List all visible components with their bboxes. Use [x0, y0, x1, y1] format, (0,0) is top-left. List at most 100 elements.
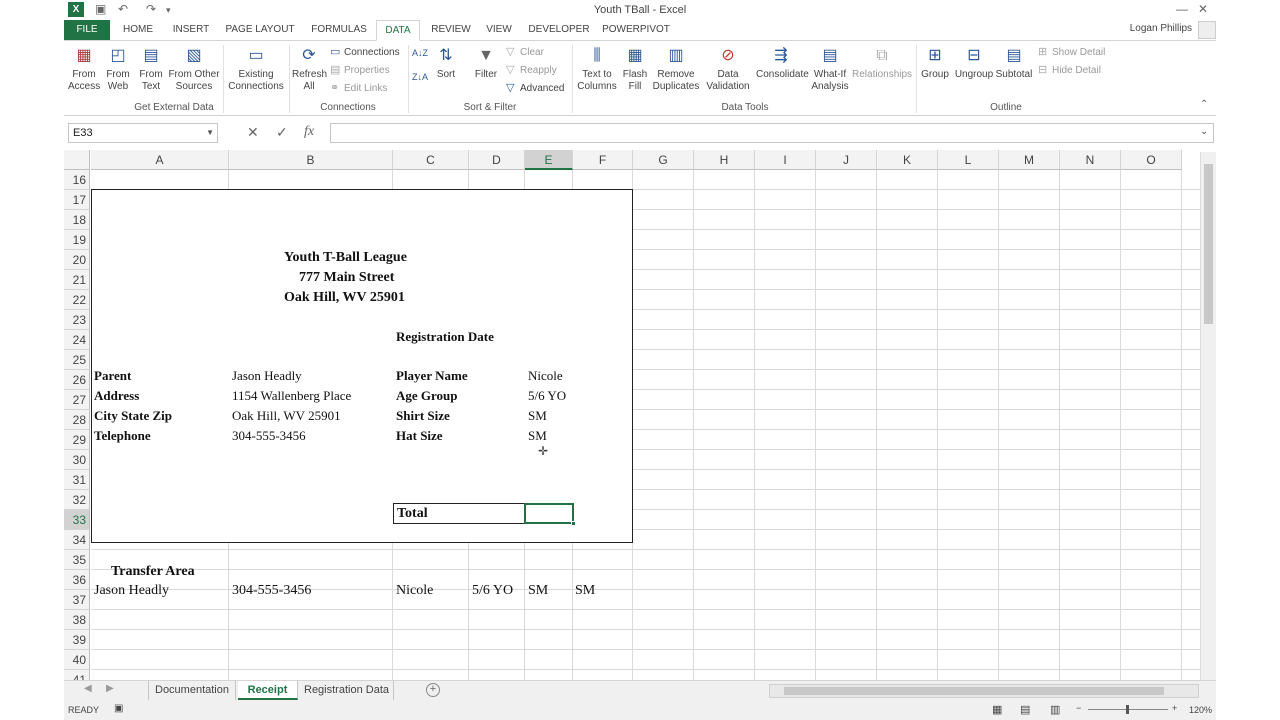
subtotal-button[interactable]: ▤ Subtotal [994, 45, 1034, 81]
group-button[interactable]: ⊞ Group [920, 45, 950, 81]
row-header-19[interactable]: 19 [64, 230, 90, 250]
from-other-sources-button[interactable]: ▧ From Other Sources [168, 45, 220, 93]
collapse-ribbon-icon[interactable]: ⌃ [1200, 99, 1208, 110]
from-access-button[interactable]: ▦ From Access [68, 45, 100, 93]
consolidate-button[interactable]: ⇶ Consolidate [756, 45, 809, 81]
column-header-e[interactable]: E [525, 150, 573, 170]
data-validation-button[interactable]: ⊘ Data Validation [700, 45, 756, 93]
active-cell-e33[interactable] [524, 503, 576, 526]
column-header-m[interactable]: M [999, 150, 1060, 170]
tab-view[interactable]: VIEW [482, 20, 516, 40]
org-city[interactable]: Oak Hill, WV 25901 [284, 290, 405, 306]
tab-insert[interactable]: INSERT [168, 20, 214, 40]
ungroup-button[interactable]: ⊟ Ungroup [954, 45, 994, 81]
age-group-label[interactable]: Age Group [396, 388, 458, 404]
column-header-f[interactable]: F [573, 150, 633, 170]
cancel-icon[interactable]: ✕ [247, 124, 259, 141]
org-name[interactable]: Youth T-Ball League [284, 250, 407, 266]
sort-descending-button[interactable]: Z↓A [410, 71, 430, 83]
horizontal-scrollbar[interactable] [769, 684, 1199, 698]
sheet-tab-receipt[interactable]: Receipt [238, 681, 298, 700]
prev-sheet-icon[interactable]: ◀ [84, 683, 92, 694]
row-header-39[interactable]: 39 [64, 630, 90, 650]
tab-developer[interactable]: DEVELOPER [526, 20, 592, 40]
sort-button[interactable]: ⇅ Sort [432, 45, 460, 81]
row-header-34[interactable]: 34 [64, 530, 90, 550]
column-header-d[interactable]: D [469, 150, 525, 170]
shirt-size-value[interactable]: SM [528, 408, 547, 424]
remove-duplicates-button[interactable]: ▥ Remove Duplicates [652, 45, 700, 93]
row-header-22[interactable]: 22 [64, 290, 90, 310]
telephone-label[interactable]: Telephone [94, 428, 151, 444]
name-box[interactable]: E33 ▼ [68, 123, 218, 143]
row-header-40[interactable]: 40 [64, 650, 90, 670]
connections-button[interactable]: ▭ Connections [330, 44, 400, 60]
hat-size-label[interactable]: Hat Size [396, 428, 443, 444]
row-header-29[interactable]: 29 [64, 430, 90, 450]
from-web-button[interactable]: ◰ From Web [102, 45, 134, 93]
fill-handle[interactable] [571, 521, 576, 526]
tab-powerpivot[interactable]: POWERPIVOT [600, 20, 672, 40]
existing-connections-button[interactable]: ▭ Existing Connections [226, 45, 286, 93]
worksheet-grid[interactable]: ABCDEFGHIJKLMNO 16 17 18 19 20 21 22 23 24 25 26 27… [64, 150, 1216, 680]
row-header-20[interactable]: 20 [64, 250, 90, 270]
next-sheet-icon[interactable]: ▶ [106, 683, 114, 694]
registration-date-label[interactable]: Registration Date [396, 329, 494, 345]
row-header-32[interactable]: 32 [64, 490, 90, 510]
advanced-button[interactable]: ▽ Advanced [506, 80, 564, 96]
hat-size-value[interactable]: SM [528, 428, 547, 444]
select-all-corner[interactable] [64, 150, 90, 170]
transfer-hat[interactable]: SM [575, 583, 595, 599]
avatar[interactable] [1198, 21, 1216, 39]
horizontal-scroll-thumb[interactable] [784, 687, 1164, 695]
clear-button[interactable]: ▽ Clear [506, 44, 544, 60]
row-header-24[interactable]: 24 [64, 330, 90, 350]
sheet-tab-documentation[interactable]: Documentation [148, 681, 236, 700]
tab-formulas[interactable]: FORMULAS [306, 20, 372, 40]
minimize-icon[interactable]: — [1176, 2, 1188, 16]
show-detail-button[interactable]: ⊞ Show Detail [1038, 44, 1105, 60]
transfer-age[interactable]: 5/6 YO [472, 583, 513, 599]
close-icon[interactable]: ✕ [1198, 2, 1208, 16]
tab-data[interactable]: DATA [376, 20, 420, 41]
address-value[interactable]: 1154 Wallenberg Place [232, 388, 351, 404]
column-header-c[interactable]: C [393, 150, 469, 170]
hide-detail-button[interactable]: ⊟ Hide Detail [1038, 62, 1101, 78]
page-break-view-icon[interactable]: ▥ [1050, 703, 1060, 716]
expand-formula-bar-icon[interactable]: ⌄ [1200, 126, 1208, 137]
tab-home[interactable]: HOME [116, 20, 160, 40]
column-header-i[interactable]: I [755, 150, 816, 170]
user-name[interactable]: Logan Phillips [1130, 23, 1192, 34]
from-text-button[interactable]: ▤ From Text [135, 45, 167, 93]
tab-review[interactable]: REVIEW [428, 20, 474, 40]
page-layout-view-icon[interactable]: ▤ [1020, 703, 1030, 716]
transfer-phone[interactable]: 304-555-3456 [232, 583, 311, 599]
formula-input[interactable] [330, 123, 1214, 143]
add-sheet-icon[interactable]: + [426, 683, 440, 697]
refresh-all-button[interactable]: ⟳ Refresh All [292, 45, 327, 93]
insert-function-icon[interactable]: fx [304, 124, 314, 140]
edit-links-button[interactable]: ⚭ Edit Links [330, 80, 387, 96]
zoom-level[interactable]: 120% [1189, 705, 1212, 715]
column-header-o[interactable]: O [1121, 150, 1182, 170]
row-header-31[interactable]: 31 [64, 470, 90, 490]
transfer-shirt[interactable]: SM [528, 583, 548, 599]
row-header-33[interactable]: 33 [64, 510, 90, 530]
zoom-out-icon[interactable]: − [1076, 703, 1081, 713]
row-header-26[interactable]: 26 [64, 370, 90, 390]
tab-file[interactable]: FILE [64, 20, 110, 40]
player-name-label[interactable]: Player Name [396, 368, 468, 384]
parent-label[interactable]: Parent [94, 368, 131, 384]
zoom-slider-thumb[interactable] [1126, 705, 1129, 714]
sort-ascending-button[interactable]: A↓Z [410, 47, 430, 59]
row-header-16[interactable]: 16 [64, 170, 90, 190]
normal-view-icon[interactable]: ▦ [992, 703, 1002, 716]
row-header-36[interactable]: 36 [64, 570, 90, 590]
age-group-value[interactable]: 5/6 YO [528, 388, 566, 404]
flash-fill-button[interactable]: ▦ Flash Fill [620, 45, 650, 93]
text-to-columns-button[interactable]: ⫼ Text to Columns [576, 45, 618, 93]
transfer-parent[interactable]: Jason Headly [94, 583, 169, 599]
transfer-area-title[interactable]: Transfer Area [111, 564, 195, 580]
column-header-l[interactable]: L [938, 150, 999, 170]
column-header-h[interactable]: H [694, 150, 755, 170]
